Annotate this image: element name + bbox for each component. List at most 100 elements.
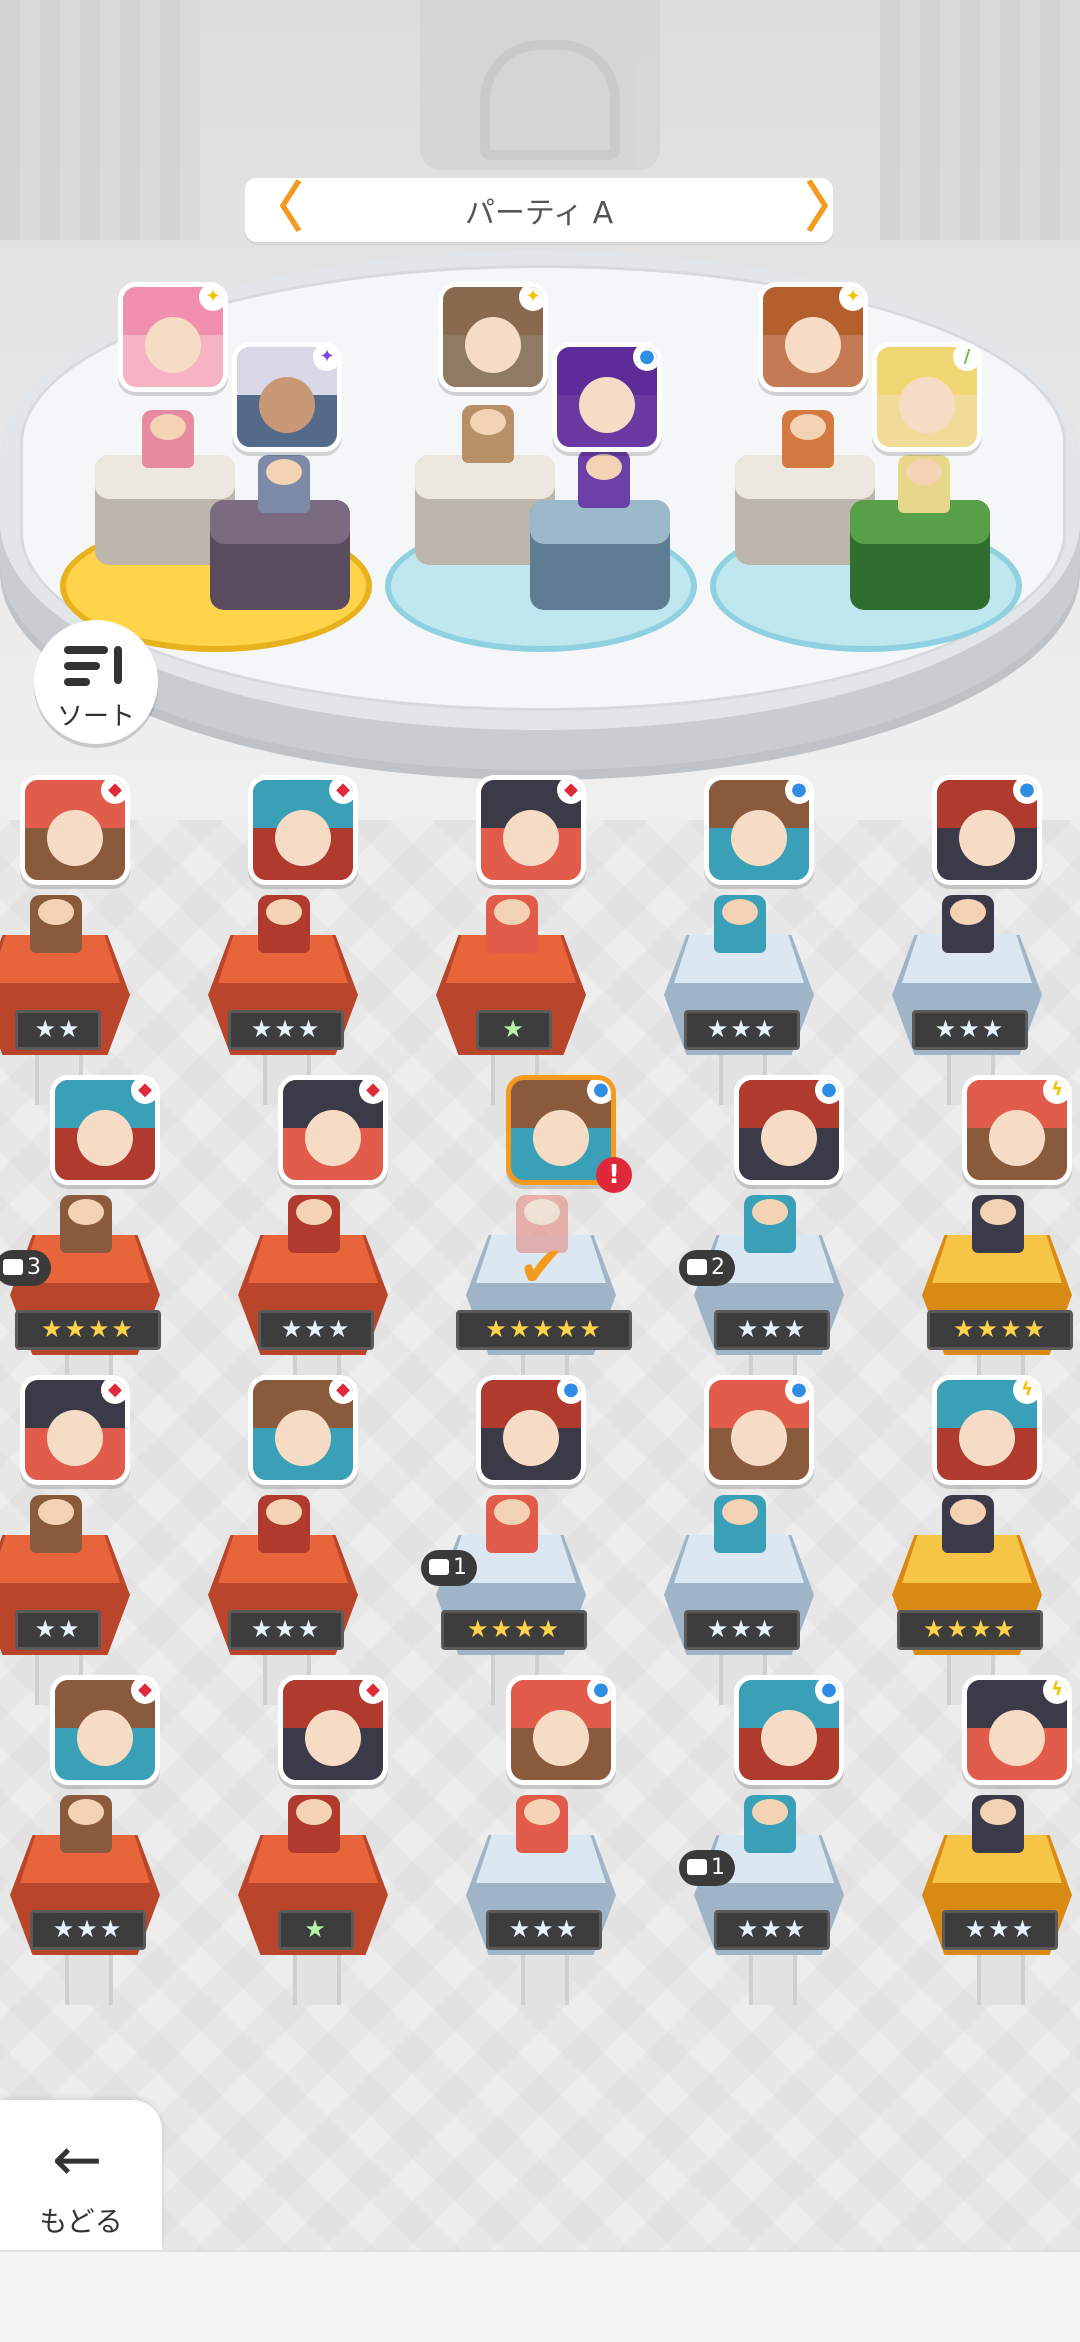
star-rating: ★★★★ (927, 1310, 1073, 1350)
fire-element-icon: ◆ (131, 1080, 155, 1104)
unit-sprite (462, 405, 514, 463)
unit-portrait[interactable]: ● (734, 1675, 844, 1785)
unit-sprite (898, 455, 950, 513)
unit-sprite (60, 1795, 112, 1853)
thunder-element-icon: ϟ (1043, 1680, 1067, 1704)
right-pillars (880, 0, 1080, 240)
star-rating: ★ (476, 1010, 552, 1050)
unit-sprite (288, 1195, 340, 1253)
fire-element-icon: ◆ (131, 1680, 155, 1704)
unit-sprite (258, 1495, 310, 1553)
dark-element-icon: ✦ (313, 347, 337, 371)
checkmark-icon: ✔ (518, 1235, 565, 1300)
fire-element-icon: ◆ (101, 1380, 125, 1404)
unit-sprite (288, 1795, 340, 1853)
star-rating: ★★★ (714, 1910, 830, 1950)
fire-element-icon: ◆ (557, 780, 581, 804)
duplicate-badge: 3 (0, 1250, 51, 1286)
star-rating: ★★★ (942, 1910, 1058, 1950)
water-element-icon: ● (815, 1080, 839, 1104)
unit-portrait[interactable]: ● (932, 775, 1042, 885)
unit-portrait[interactable]: ✦ (118, 282, 228, 392)
unit-sprite (578, 450, 630, 508)
unit-portrait[interactable]: ✦ (438, 282, 548, 392)
light-element-icon: ✦ (839, 287, 863, 311)
unit-portrait[interactable]: / (872, 342, 982, 452)
star-rating: ★★★★ (897, 1610, 1043, 1650)
back-label: もどる (39, 2205, 123, 2238)
star-rating: ★★★ (684, 1610, 800, 1650)
unit-portrait[interactable]: ● (476, 1375, 586, 1485)
warning-icon: ! (596, 1157, 632, 1193)
unit-sprite (258, 895, 310, 953)
sort-icon (64, 646, 128, 692)
unit-sprite (30, 895, 82, 953)
unit-portrait[interactable]: ◆ (50, 1075, 160, 1185)
unit-portrait[interactable]: ϟ (962, 1675, 1072, 1785)
unit-sprite (714, 895, 766, 953)
water-element-icon: ● (587, 1080, 611, 1104)
unit-portrait[interactable]: ● (704, 1375, 814, 1485)
fire-element-icon: ◆ (329, 1380, 353, 1404)
star-rating: ★★★ (684, 1010, 800, 1050)
star-rating: ★★★ (912, 1010, 1028, 1050)
wind-element-icon: / (953, 347, 977, 371)
back-pedestal (210, 500, 350, 610)
unit-portrait[interactable]: ◆ (476, 775, 586, 885)
duplicate-count: 3 (27, 1255, 41, 1280)
duplicate-count: 1 (711, 1855, 725, 1880)
system-navigation-bar (0, 2250, 1080, 2342)
unit-sprite (972, 1795, 1024, 1853)
fire-element-icon: ◆ (359, 1680, 383, 1704)
unit-portrait[interactable]: ϟ (932, 1375, 1042, 1485)
temple-gate (420, 0, 660, 170)
star-rating: ★★★★ (441, 1610, 587, 1650)
star-rating: ★★★ (228, 1610, 344, 1650)
duplicate-stack-icon (3, 1259, 23, 1275)
duplicate-stack-icon (687, 1259, 707, 1275)
water-element-icon: ● (815, 1680, 839, 1704)
prev-party-button[interactable]: 〈 (249, 178, 303, 242)
unit-portrait[interactable]: ◆ (278, 1675, 388, 1785)
fire-element-icon: ◆ (101, 780, 125, 804)
unit-portrait[interactable]: ◆ (50, 1675, 160, 1785)
star-rating: ★★ (15, 1610, 101, 1650)
unit-sprite (258, 455, 310, 513)
unit-portrait[interactable]: ϟ (962, 1075, 1072, 1185)
star-rating: ★★★ (258, 1310, 374, 1350)
unit-sprite (30, 1495, 82, 1553)
light-element-icon: ✦ (519, 287, 543, 311)
unit-sprite (942, 895, 994, 953)
sort-button[interactable]: ソート (34, 620, 158, 744)
water-element-icon: ● (587, 1680, 611, 1704)
unit-portrait[interactable]: ● (704, 775, 814, 885)
unit-portrait[interactable]: ✦ (232, 342, 342, 452)
next-party-button[interactable]: 〉 (805, 178, 859, 242)
water-element-icon: ● (785, 780, 809, 804)
left-pillars (0, 0, 200, 240)
duplicate-stack-icon (429, 1559, 449, 1575)
party-title: パーティ A (464, 196, 614, 231)
star-rating: ★ (278, 1910, 354, 1950)
star-rating: ★★★★★ (456, 1310, 632, 1350)
fire-element-icon: ◆ (359, 1080, 383, 1104)
back-button[interactable]: ← もどる (0, 2100, 162, 2250)
unit-portrait[interactable]: ● (552, 342, 662, 452)
unit-sprite (942, 1495, 994, 1553)
unit-portrait[interactable]: ✦ (758, 282, 868, 392)
back-pedestal (850, 500, 990, 610)
unit-portrait[interactable]: ● (734, 1075, 844, 1185)
unit-portrait[interactable]: ◆ (248, 775, 358, 885)
star-rating: ★★★ (228, 1010, 344, 1050)
star-rating: ★★★ (714, 1310, 830, 1350)
unit-portrait[interactable]: ◆ (248, 1375, 358, 1485)
sort-label: ソート (56, 702, 135, 732)
star-rating: ★★★ (30, 1910, 146, 1950)
unit-portrait[interactable]: ◆ (20, 1375, 130, 1485)
duplicate-badge: 1 (421, 1550, 477, 1586)
unit-portrait[interactable]: ◆ (278, 1075, 388, 1185)
unit-portrait[interactable]: ● (506, 1675, 616, 1785)
duplicate-badge: 1 (679, 1850, 735, 1886)
unit-portrait[interactable]: ◆ (20, 775, 130, 885)
thunder-element-icon: ϟ (1013, 1380, 1037, 1404)
